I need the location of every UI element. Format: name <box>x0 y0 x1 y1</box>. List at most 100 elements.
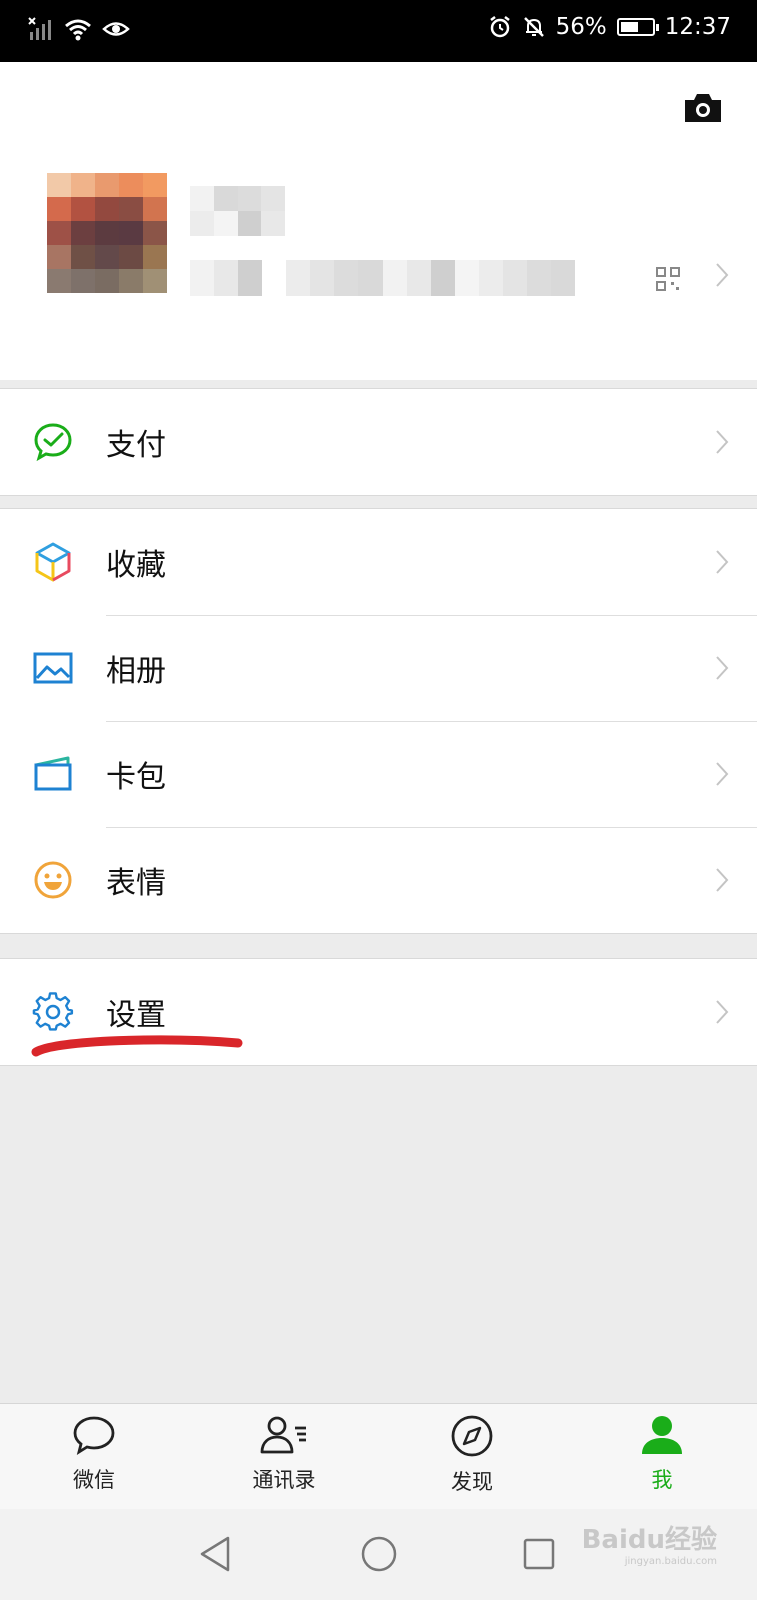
redacted-pixel <box>334 260 359 296</box>
status-right-icons: 56% 12:37 <box>488 14 731 40</box>
redacted-pixel <box>526 260 551 296</box>
avatar-pixel <box>47 173 71 197</box>
redacted-pixel <box>310 260 335 296</box>
menu-item-label: 收藏 <box>106 548 166 583</box>
avatar-pixel <box>47 245 71 269</box>
menu-item-card-wallet[interactable]: 卡包 <box>0 721 757 827</box>
profile-id-redacted <box>190 260 575 296</box>
menu-item-favorites[interactable]: 收藏 <box>0 509 757 615</box>
avatar-pixel <box>143 197 167 221</box>
annotation-underline <box>31 1035 243 1057</box>
eye-icon <box>102 22 130 36</box>
redacted-pixel <box>550 260 575 296</box>
avatar-pixel <box>71 173 95 197</box>
avatar-pixel <box>143 245 167 269</box>
avatar-pixel <box>143 269 167 293</box>
tab-me[interactable]: 我 <box>602 1414 722 1494</box>
redacted-pixel <box>454 260 479 296</box>
profile-name-redacted <box>190 186 285 236</box>
tab-label: 我 <box>651 1468 673 1492</box>
clock: 12:37 <box>664 14 731 40</box>
avatar-pixel <box>95 197 119 221</box>
tab-contacts[interactable]: 通讯录 <box>224 1414 344 1494</box>
tab-discover[interactable]: 发现 <box>412 1414 532 1496</box>
avatar-pixel <box>119 221 143 245</box>
redacted-pixel <box>358 260 383 296</box>
redacted-pixel <box>238 260 263 296</box>
avatar[interactable] <box>47 173 167 293</box>
pay-icon <box>34 423 72 462</box>
avatar-pixel <box>95 173 119 197</box>
avatar-pixel <box>119 197 143 221</box>
redacted-pixel <box>213 186 238 211</box>
watermark: Baidu经验 jingyan.baidu.com <box>582 1519 717 1567</box>
avatar-pixel <box>47 197 71 221</box>
avatar-pixel <box>95 245 119 269</box>
status-bar: 56% 12:37 <box>0 0 757 62</box>
menu-item-label: 表情 <box>106 866 166 901</box>
avatar-pixel <box>71 221 95 245</box>
avatar-pixel <box>119 245 143 269</box>
redacted-pixel <box>382 260 407 296</box>
back-icon[interactable] <box>198 1535 232 1573</box>
avatar-pixel <box>119 173 143 197</box>
redacted-pixel <box>262 260 287 296</box>
chevron-right-icon <box>716 1000 729 1024</box>
avatar-pixel <box>119 269 143 293</box>
recents-icon[interactable] <box>522 1537 556 1571</box>
menu-item-emoji[interactable]: 表情 <box>0 827 757 933</box>
menu-item-label: 支付 <box>106 428 166 463</box>
compass-icon <box>451 1415 493 1457</box>
menu-item-album[interactable]: 相册 <box>0 615 757 721</box>
contacts-icon <box>260 1416 306 1454</box>
watermark-brand: Baidu经验 <box>581 1525 717 1555</box>
profile-header[interactable] <box>0 62 757 380</box>
tab-label: 通讯录 <box>252 1468 316 1492</box>
chevron-right-icon <box>716 430 729 454</box>
redacted-pixel <box>190 211 214 236</box>
favorites-icon <box>35 542 71 582</box>
me-icon <box>642 1416 682 1454</box>
avatar-pixel <box>71 269 95 293</box>
chevron-right-icon <box>716 868 729 892</box>
redacted-pixel <box>261 186 285 211</box>
qr-code-icon[interactable] <box>656 267 680 291</box>
avatar-pixel <box>47 269 71 293</box>
status-left-icons <box>28 16 130 42</box>
settings-icon <box>32 992 74 1031</box>
redacted-pixel <box>406 260 431 296</box>
menu-item-label: 相册 <box>106 654 166 689</box>
redacted-pixel <box>190 260 215 296</box>
menu-group-content: 收藏 相册 卡包 表情 <box>0 508 757 934</box>
card-wallet-icon <box>34 756 72 791</box>
menu-item-pay[interactable]: 支付 <box>0 389 757 495</box>
chevron-right-icon <box>716 550 729 574</box>
mute-bell-icon <box>523 17 544 37</box>
home-icon[interactable] <box>360 1535 398 1573</box>
avatar-pixel <box>143 221 167 245</box>
redacted-pixel <box>286 260 311 296</box>
profile-chevron-icon <box>716 263 729 287</box>
redacted-pixel <box>190 186 214 211</box>
signal-off-icon <box>28 17 51 40</box>
album-icon <box>33 652 73 684</box>
menu-item-label: 卡包 <box>106 760 166 795</box>
battery-fill <box>620 22 638 32</box>
alarm-icon <box>489 16 510 38</box>
redacted-pixel <box>214 260 239 296</box>
avatar-pixel <box>71 245 95 269</box>
redacted-pixel <box>237 186 262 211</box>
tab-chats[interactable]: 微信 <box>34 1414 154 1494</box>
avatar-pixel <box>95 269 119 293</box>
battery-percent: 56% <box>555 14 607 40</box>
redacted-pixel <box>478 260 503 296</box>
redacted-pixel <box>430 260 455 296</box>
camera-icon[interactable] <box>683 92 723 124</box>
battery-icon <box>616 18 659 36</box>
avatar-pixel <box>71 197 95 221</box>
bottom-tab-bar: 微信 通讯录 发现 我 <box>0 1403 757 1509</box>
chevron-right-icon <box>716 656 729 680</box>
avatar-pixel <box>95 221 119 245</box>
avatar-pixel <box>143 173 167 197</box>
tab-label: 发现 <box>451 1470 493 1494</box>
